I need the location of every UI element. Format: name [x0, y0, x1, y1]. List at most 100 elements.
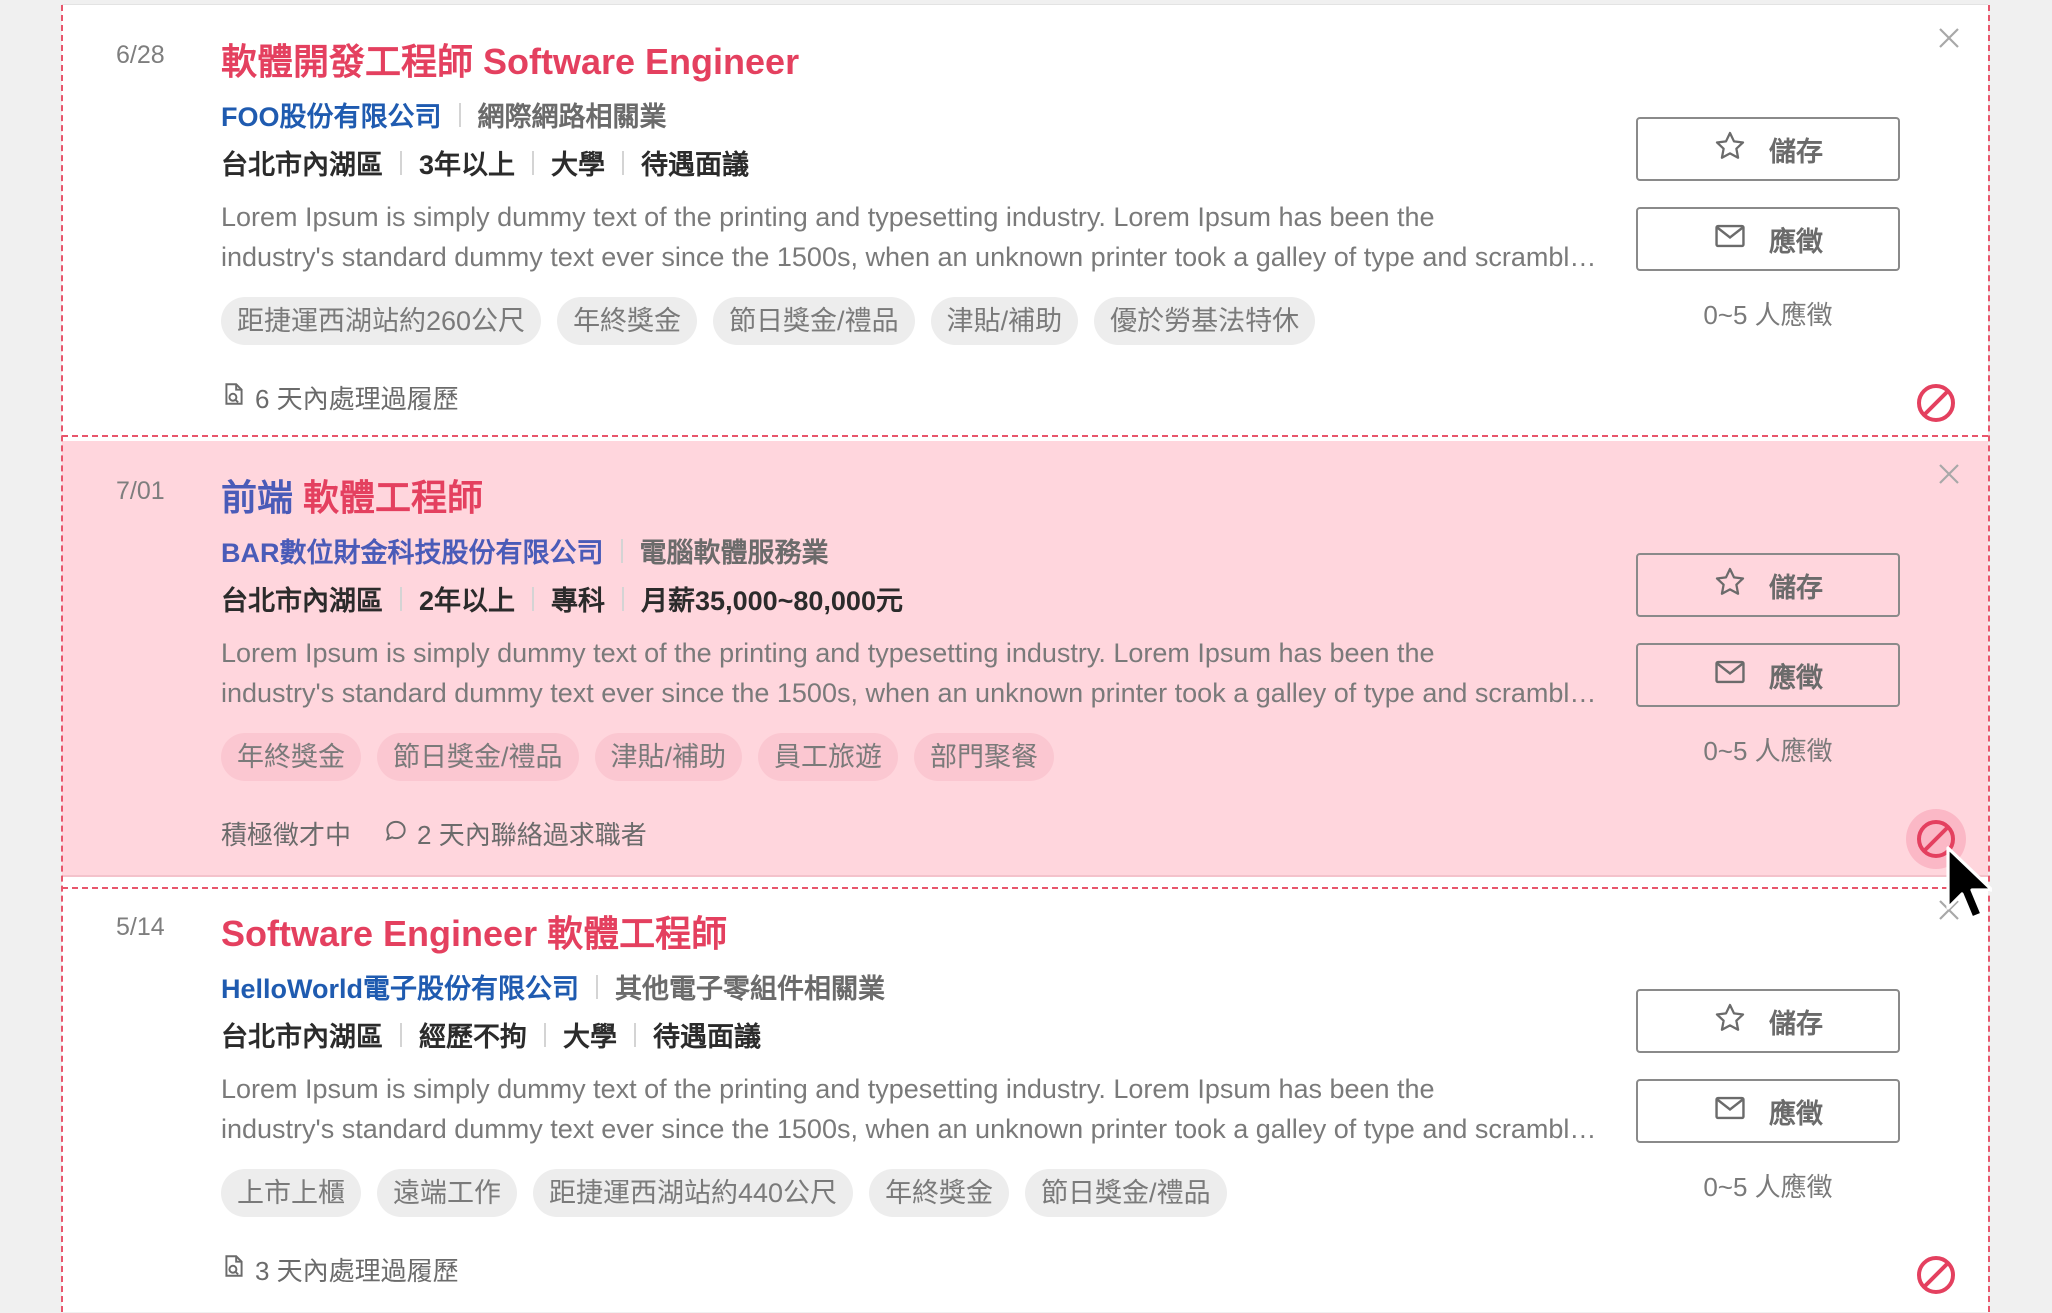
job-tag[interactable]: 年終獎金	[869, 1169, 1010, 1217]
job-tag[interactable]: 員工旅遊	[758, 733, 899, 781]
post-date: 6/28	[116, 41, 165, 69]
description-line: industry's standard dummy text ever sinc…	[221, 1114, 1611, 1144]
close-icon[interactable]	[1934, 23, 1964, 53]
apply-button[interactable]: 應徵	[1636, 643, 1900, 707]
company-link[interactable]: BAR數位財金科技股份有限公司	[221, 531, 604, 570]
divider	[458, 102, 461, 127]
job-actions: 儲存 應徵 0~5 人應徵	[1636, 989, 1900, 1204]
envelope-icon	[1713, 655, 1747, 696]
divider	[622, 586, 625, 611]
industry-label: 其他電子零組件相關業	[615, 974, 886, 1004]
block-icon[interactable]	[1913, 380, 1959, 426]
job-tag[interactable]: 遠端工作	[377, 1169, 517, 1217]
description-line: Lorem Ipsum is simply dummy text of the …	[221, 202, 1435, 232]
footnote-text: 2 天內聯絡過求職者	[417, 820, 647, 850]
save-button[interactable]: 儲存	[1636, 553, 1900, 617]
job-title-link[interactable]: Software Engineer 軟體工程師	[221, 905, 727, 957]
job-card[interactable]: 5/14 Software Engineer 軟體工程師 HelloWorld電…	[62, 877, 1988, 1313]
job-tag[interactable]: 部門聚餐	[914, 733, 1055, 781]
post-date: 5/14	[116, 913, 165, 941]
divider	[622, 150, 625, 175]
job-title-link[interactable]: 前端 軟體工程師	[221, 469, 483, 521]
divider	[596, 974, 599, 999]
job-title: 軟體工程師	[303, 477, 484, 518]
envelope-icon	[1713, 219, 1747, 260]
mouse-pointer-icon	[1944, 844, 1994, 929]
job-meta: 台北市內湖區 3年以上 大學 待遇面議	[221, 143, 749, 182]
job-tag[interactable]: 距捷運西湖站約440公尺	[533, 1169, 854, 1217]
save-label: 儲存	[1769, 136, 1823, 167]
save-button[interactable]: 儲存	[1636, 117, 1900, 181]
company-line: FOO股份有限公司 網際網路相關業	[221, 95, 667, 134]
company-line: HelloWorld電子股份有限公司 其他電子零組件相關業	[221, 967, 885, 1006]
guide-line-left	[61, 5, 63, 1312]
divider	[532, 150, 535, 175]
company-line: BAR數位財金科技股份有限公司 電腦軟體服務業	[221, 531, 829, 570]
applicant-count: 0~5 人應徵	[1703, 1172, 1833, 1202]
job-meta: 台北市內湖區 2年以上 專科 月薪35,000~80,000元	[221, 579, 903, 618]
salary: 待遇面議	[653, 1022, 761, 1052]
apply-label: 應徵	[1769, 1098, 1823, 1129]
apply-label: 應徵	[1769, 662, 1823, 693]
job-tag[interactable]: 津貼/補助	[594, 733, 743, 781]
company-link[interactable]: HelloWorld電子股份有限公司	[221, 967, 579, 1006]
tag-list: 上市上櫃 遠端工作 距捷運西湖站約440公尺 年終獎金 節日獎金/禮品	[221, 1169, 1227, 1217]
job-tag[interactable]: 節日獎金/禮品	[377, 733, 579, 781]
education: 專科	[551, 586, 606, 616]
job-title: Software Engineer 軟體工程師	[221, 913, 728, 954]
star-icon	[1713, 565, 1747, 606]
job-meta: 台北市內湖區 經歷不拘 大學 待遇面議	[221, 1015, 761, 1054]
guide-line-top	[62, 435, 1988, 437]
save-button[interactable]: 儲存	[1636, 989, 1900, 1053]
guide-line-bottom	[62, 887, 1988, 889]
apply-button[interactable]: 應徵	[1636, 207, 1900, 271]
divider	[620, 538, 623, 563]
divider	[400, 1022, 402, 1047]
company-link[interactable]: FOO股份有限公司	[221, 95, 442, 134]
job-card[interactable]: 7/01 前端 軟體工程師 BAR數位財金科技股份有限公司 電腦軟體服務業 台北…	[62, 441, 1988, 877]
save-label: 儲存	[1769, 1008, 1823, 1039]
close-icon[interactable]	[1934, 459, 1964, 489]
job-tag[interactable]: 優於勞基法特休	[1094, 297, 1316, 345]
job-card[interactable]: 6/28 軟體開發工程師 Software Engineer FOO股份有限公司…	[62, 5, 1988, 441]
applicant-count: 0~5 人應徵	[1703, 736, 1833, 766]
applicant-count: 0~5 人應徵	[1703, 300, 1833, 330]
job-footnote: 3 天內處理過履歷	[221, 1251, 459, 1288]
job-actions: 儲存 應徵 0~5 人應徵	[1636, 117, 1900, 332]
divider	[400, 586, 402, 611]
job-description: Lorem Ipsum is simply dummy text of the …	[221, 633, 1611, 713]
job-footnote: 積極徵才中 2 天內聯絡過求職者	[221, 815, 647, 852]
job-footnote: 6 天內處理過履歷	[221, 379, 459, 416]
job-description: Lorem Ipsum is simply dummy text of the …	[221, 197, 1611, 277]
job-actions: 儲存 應徵 0~5 人應徵	[1636, 553, 1900, 768]
education: 大學	[563, 1022, 617, 1052]
experience: 2年以上	[419, 586, 516, 616]
job-tag[interactable]: 上市上櫃	[221, 1169, 361, 1217]
post-date: 7/01	[116, 477, 165, 505]
envelope-icon	[1713, 1091, 1747, 1132]
footnote-text: 6 天內處理過履歷	[255, 384, 459, 414]
job-tag[interactable]: 距捷運西湖站約260公尺	[221, 297, 542, 345]
save-label: 儲存	[1769, 572, 1823, 603]
job-tag[interactable]: 節日獎金/禮品	[1025, 1169, 1227, 1217]
resume-processed-icon	[221, 1253, 255, 1286]
location: 台北市內湖區	[221, 1022, 383, 1052]
block-icon[interactable]	[1913, 1252, 1959, 1298]
job-title-link[interactable]: 軟體開發工程師 Software Engineer	[221, 33, 799, 85]
divider	[634, 1022, 636, 1047]
divider	[544, 1022, 546, 1047]
star-icon	[1713, 129, 1747, 170]
tag-list: 距捷運西湖站約260公尺 年終獎金 節日獎金/禮品 津貼/補助 優於勞基法特休	[221, 297, 1316, 345]
apply-button[interactable]: 應徵	[1636, 1079, 1900, 1143]
job-tag[interactable]: 節日獎金/禮品	[713, 297, 915, 345]
description-line: Lorem Ipsum is simply dummy text of the …	[221, 638, 1435, 668]
job-description: Lorem Ipsum is simply dummy text of the …	[221, 1069, 1611, 1149]
job-tag[interactable]: 年終獎金	[557, 297, 698, 345]
job-tag[interactable]: 年終獎金	[221, 733, 361, 781]
salary: 待遇面議	[641, 150, 750, 180]
star-icon	[1713, 1001, 1747, 1042]
education: 大學	[551, 150, 606, 180]
job-tag[interactable]: 津貼/補助	[930, 297, 1079, 345]
job-list: 6/28 軟體開發工程師 Software Engineer FOO股份有限公司…	[61, 4, 1990, 1313]
activity-status: 積極徵才中	[221, 820, 352, 850]
